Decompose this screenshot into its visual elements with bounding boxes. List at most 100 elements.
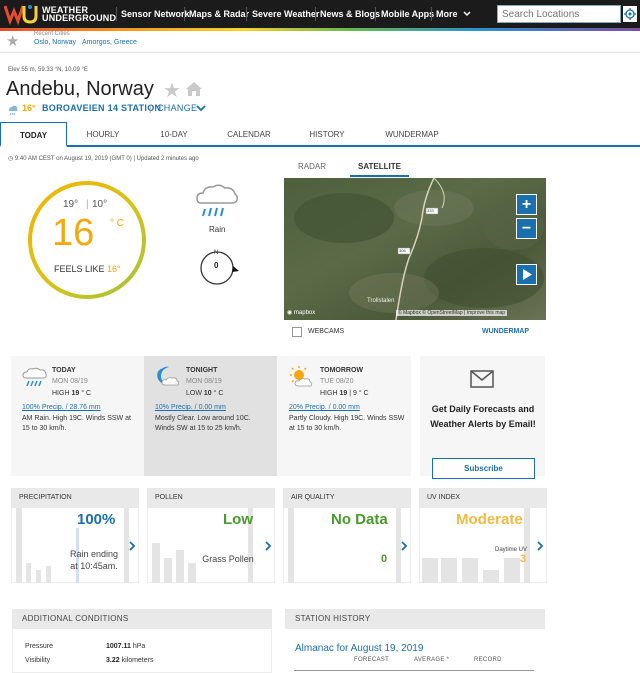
uv-value: 3: [519, 553, 527, 565]
wind-speed: 0: [214, 261, 219, 270]
nav-news-blogs[interactable]: News & Blogs: [320, 0, 380, 28]
chevron-right-icon: [537, 541, 544, 551]
nav-divider: [375, 7, 376, 21]
update-timestamp: ◷ 9:40 AM CEST on August 19, 2019 (GMT 0…: [8, 155, 199, 162]
forecast-hilo: HIGH 19 ° C: [52, 390, 91, 397]
forecast-hilo-value: 19: [339, 390, 348, 397]
tile-title: AIR QUALITY: [283, 488, 411, 508]
satellite-map[interactable]: + − 333 306: [284, 178, 546, 320]
current-temp: 16: [52, 212, 95, 254]
feels-like-label: FEELS LIKE: [54, 264, 105, 274]
nav-maps-radar[interactable]: Maps & Radar: [189, 0, 249, 28]
map-place-label: Trollstalen: [367, 298, 395, 304]
nav-divider: [315, 7, 316, 21]
map-imagery: [284, 178, 546, 320]
air-quality-tile[interactable]: AIR QUALITY No Data 0: [283, 488, 411, 583]
hi-lo-separator: |: [86, 199, 89, 210]
forecast-hilo-suffix: ° C: [213, 390, 224, 397]
map-tab-radar[interactable]: RADAR: [298, 156, 326, 177]
precipitation-tile[interactable]: PRECIPITATION 100% Rain ending at 10:45a…: [11, 488, 139, 583]
moon-cloud-icon: [157, 366, 180, 386]
forecast-precip-link[interactable]: 100% Precip. / 28.76 mm: [22, 404, 101, 411]
station-name[interactable]: BOROAVEIEN 14 STATION: [42, 103, 161, 113]
wundermap-link[interactable]: WUNDERMAP: [482, 328, 529, 335]
rain-icon: [22, 367, 47, 387]
visibility-label: Visibility: [25, 657, 51, 664]
zoom-out-button[interactable]: −: [516, 218, 537, 239]
search-input[interactable]: [497, 5, 621, 23]
tile-body: 100% Rain ending at 10:45am.: [11, 508, 139, 583]
tab-calendar[interactable]: CALENDAR: [214, 122, 284, 147]
visibility-unit: kilometers: [121, 657, 154, 664]
tab-hourly[interactable]: HOURLY: [72, 122, 134, 147]
road-label: 333: [427, 208, 434, 213]
map-tab-satellite[interactable]: SATELLITE: [350, 156, 409, 177]
nav-sensor-network[interactable]: Sensor Network: [121, 0, 190, 28]
change-station-link[interactable]: CHANGE: [157, 103, 197, 113]
visibility-value: 3.22 kilometers: [106, 657, 153, 664]
wu-logo[interactable]: WEATHER UNDERGROUND: [4, 3, 124, 25]
pollen-bar: [176, 550, 184, 583]
mail-icon: [470, 370, 494, 388]
tile-value: No Data: [331, 511, 388, 528]
nav-divider: [184, 7, 185, 21]
station-temp: 16°: [22, 103, 36, 113]
recent-city-oslo[interactable]: Oslo, Norway: [34, 39, 76, 46]
road-label: 306: [399, 248, 406, 253]
home-icon[interactable]: [185, 81, 203, 97]
pollen-tile[interactable]: POLLEN Low Grass Pollen: [147, 488, 275, 583]
chevron-right-icon: [129, 541, 136, 551]
forecast-hilo-value: 10: [203, 390, 212, 397]
wind-compass: [200, 251, 239, 285]
star-icon[interactable]: ★: [6, 32, 19, 50]
tab-10-day[interactable]: 10-DAY: [143, 122, 205, 147]
uv-index-tile[interactable]: UV INDEX Moderate Daytime UV 3: [419, 488, 547, 583]
nav-mobile-apps[interactable]: Mobile Apps: [381, 0, 434, 28]
tile-value: 100%: [77, 511, 116, 528]
forecast-hilo-value: 19: [71, 390, 80, 397]
chevron-down-icon: [463, 11, 471, 17]
zoom-in-button[interactable]: +: [516, 194, 537, 215]
logo-line2: UNDERGROUND: [42, 13, 117, 23]
recent-city-amorgos[interactable]: Amorgos, Greece: [82, 39, 137, 46]
tile-body: No Data 0: [283, 508, 411, 583]
tile-subtext-line1: Rain ending: [69, 549, 119, 559]
update-timestamp-text: 9:40 AM CEST on August 19, 2019 (GMT 0) …: [14, 156, 199, 162]
webcams-label: WEBCAMS: [308, 328, 345, 335]
locate-icon[interactable]: [623, 6, 637, 22]
forecast-date: MON 08/19: [186, 378, 222, 385]
additional-conditions-header: ADDITIONAL CONDITIONS: [12, 609, 272, 629]
mapbox-logo[interactable]: ◉ mapbox: [287, 309, 315, 316]
nav-divider: [431, 7, 432, 21]
forecast-precip-link[interactable]: 20% Precip. / 0.00 mm: [289, 404, 360, 411]
tab-history[interactable]: HISTORY: [296, 122, 358, 147]
forecast-hilo: HIGH 19 | 9 ° C: [320, 390, 369, 397]
favorite-star-icon[interactable]: ★: [163, 78, 181, 103]
subscribe-button[interactable]: Subscribe: [432, 458, 535, 479]
tile-subtext-line2: at 10:45am.: [70, 561, 118, 571]
history-col-record: RECORD: [474, 657, 502, 663]
nav-severe-weather[interactable]: Severe Weather: [252, 0, 319, 28]
webcams-checkbox[interactable]: [292, 327, 302, 337]
chevron-right-icon: [401, 541, 408, 551]
forecast-title: TONIGHT: [186, 367, 218, 374]
tile-title: PRECIPITATION: [11, 488, 139, 508]
rain-icon: [196, 184, 238, 217]
forecast-precip-link[interactable]: 10% Precip. / 0.00 mm: [155, 404, 226, 411]
map-attribution[interactable]: © Mapbox © OpenStreetMap | Improve this …: [396, 310, 508, 316]
uv-bar: [422, 558, 438, 583]
station-history-header: STATION HISTORY: [285, 609, 545, 629]
forecast-title: TODAY: [52, 367, 76, 374]
wu-logo-icon: [4, 5, 38, 25]
mapbox-logo-text: mapbox: [293, 310, 316, 316]
tab-wundermap[interactable]: WUNDERMAP: [376, 122, 448, 147]
play-animation-button[interactable]: [516, 264, 537, 285]
feels-like-value: 16°: [107, 264, 121, 274]
temp-unit[interactable]: ° C: [110, 218, 124, 229]
station-icon: [8, 105, 18, 116]
forecast-description: Partly Cloudy. High 19C. Winds SSW at 15…: [289, 415, 405, 432]
tab-today[interactable]: TODAY: [0, 122, 67, 147]
chevron-down-icon[interactable]: [196, 103, 206, 113]
elevation-coords: Elev 55 m​, 59.33 °N, 10.09 °E: [8, 67, 88, 73]
nav-more[interactable]: More: [436, 0, 471, 28]
